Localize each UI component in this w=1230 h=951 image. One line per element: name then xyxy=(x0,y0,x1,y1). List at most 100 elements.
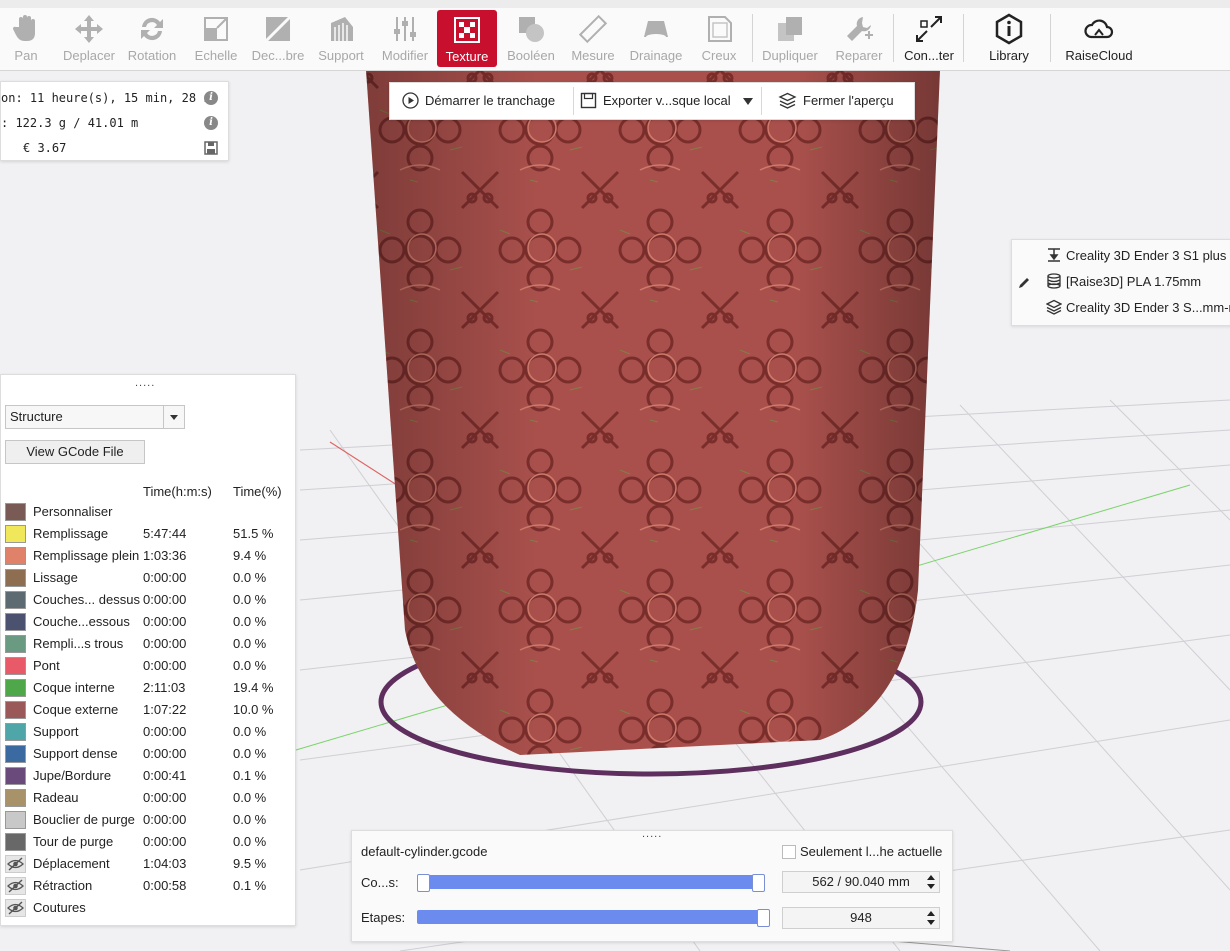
legend-feature-name: Couches... dessus xyxy=(33,592,140,607)
visibility-eye-icon[interactable] xyxy=(5,855,26,873)
color-swatch[interactable] xyxy=(5,701,26,719)
pan-tool-button[interactable]: Pan xyxy=(2,9,50,67)
pencil-icon[interactable] xyxy=(1017,276,1031,290)
cut-tool-button[interactable]: Dec...bre xyxy=(248,9,308,67)
color-swatch[interactable] xyxy=(5,723,26,741)
move-label: Deplacer xyxy=(62,48,116,63)
spin-arrows-icon[interactable] xyxy=(925,909,937,927)
legend-feature-percent: 0.0 % xyxy=(233,636,267,651)
info-icon[interactable]: i xyxy=(204,91,218,105)
view-gcode-file-button[interactable]: View GCode File xyxy=(5,440,145,464)
material-name[interactable]: [Raise3D] PLA 1.75mm xyxy=(1066,272,1201,292)
legend-row[interactable]: Pont 0:00:00 0.0 % xyxy=(1,655,295,677)
connect-tool-button[interactable]: Con...ter xyxy=(898,9,960,67)
drainage-tool-button[interactable]: Drainage xyxy=(626,9,686,67)
sliders-icon xyxy=(394,17,416,41)
layer-height-spinbox[interactable]: 562 / 90.040 mm xyxy=(782,871,940,893)
measure-tool-button[interactable]: Mesure xyxy=(566,9,620,67)
visibility-eye-icon[interactable] xyxy=(5,899,26,917)
spin-arrows-icon[interactable] xyxy=(925,873,937,891)
legend-row[interactable]: Déplacement 1:04:03 9.5 % xyxy=(1,853,295,875)
legend-row[interactable]: Remplissage 5:47:44 51.5 % xyxy=(1,523,295,545)
legend-row[interactable]: Tour de purge 0:00:00 0.0 % xyxy=(1,831,295,853)
close-preview-button[interactable]: Fermer l'aperçu xyxy=(778,83,894,119)
legend-row[interactable]: Couches... dessus 0:00:00 0.0 % xyxy=(1,589,295,611)
legend-feature-percent: 0.0 % xyxy=(233,790,267,805)
legend-feature-percent: 10.0 % xyxy=(233,702,274,717)
hollow-tool-button[interactable]: Creux xyxy=(692,9,746,67)
color-swatch[interactable] xyxy=(5,635,26,653)
layer-height-value: 562 / 90.040 mm xyxy=(812,874,910,889)
printer-settings-panel[interactable]: Creality 3D Ender 3 S1 plus [Raise3D] PL… xyxy=(1011,239,1230,326)
layers-label: Co...s: xyxy=(361,875,399,890)
color-swatch[interactable] xyxy=(5,811,26,829)
color-swatch[interactable] xyxy=(5,745,26,763)
legend-feature-time: 0:00:00 xyxy=(143,724,187,739)
legend-feature-percent: 0.0 % xyxy=(233,614,267,629)
color-swatch[interactable] xyxy=(5,833,26,851)
boolean-tool-button[interactable]: Booléen xyxy=(502,9,560,67)
color-swatch[interactable] xyxy=(5,591,26,609)
export-local-button[interactable]: Exporter v...sque local xyxy=(580,83,731,119)
color-swatch[interactable] xyxy=(5,569,26,587)
save-icon[interactable] xyxy=(204,141,218,155)
repair-tool-button[interactable]: Reparer xyxy=(828,9,890,67)
modifier-tool-button[interactable]: Modifier xyxy=(376,9,434,67)
support-tool-button[interactable]: Support xyxy=(312,9,370,67)
dropdown-arrow-icon[interactable] xyxy=(742,96,754,106)
color-swatch[interactable] xyxy=(5,547,26,565)
panel-drag-handle[interactable]: ..... xyxy=(135,377,155,389)
legend-row[interactable]: Couche...essous 0:00:00 0.0 % xyxy=(1,611,295,633)
panel-drag-handle[interactable]: ..... xyxy=(642,828,662,840)
view-type-select[interactable]: Structure xyxy=(5,405,185,429)
steps-slider-handle[interactable] xyxy=(757,909,770,927)
info-icon[interactable]: i xyxy=(204,116,218,130)
legend-row[interactable]: Coque externe 1:07:22 10.0 % xyxy=(1,699,295,721)
texture-tool-button[interactable]: Texture xyxy=(437,10,497,67)
layer-slider-track[interactable] xyxy=(422,875,758,889)
legend-row[interactable]: Coque interne 2:11:03 19.4 % xyxy=(1,677,295,699)
layer-slider-min-handle[interactable] xyxy=(417,874,430,892)
raisecloud-tool-button[interactable]: RaiseCloud xyxy=(1058,9,1140,67)
legend-row[interactable]: Jupe/Bordure 0:00:41 0.1 % xyxy=(1,765,295,787)
start-slicing-button[interactable]: Démarrer le tranchage xyxy=(402,83,555,119)
printer-name[interactable]: Creality 3D Ender 3 S1 plus xyxy=(1066,246,1226,266)
color-swatch[interactable] xyxy=(5,679,26,697)
legend-row[interactable]: Remplissage plein 1:03:36 9.4 % xyxy=(1,545,295,567)
color-swatch[interactable] xyxy=(5,767,26,785)
legend-row[interactable]: Bouclier de purge 0:00:00 0.0 % xyxy=(1,809,295,831)
legend-row[interactable]: Support 0:00:00 0.0 % xyxy=(1,721,295,743)
color-swatch[interactable] xyxy=(5,525,26,543)
only-current-layer-checkbox[interactable] xyxy=(782,845,796,859)
library-tool-button[interactable]: Library xyxy=(978,9,1040,67)
move-tool-button[interactable]: Deplacer xyxy=(58,9,120,67)
scale-tool-button[interactable]: Echelle xyxy=(188,9,244,67)
print-profile-name[interactable]: Creality 3D Ender 3 S...mm-r xyxy=(1066,298,1230,318)
scale-icon xyxy=(204,17,228,41)
legend-feature-percent: 0.1 % xyxy=(233,768,267,783)
rotate-icon xyxy=(141,17,163,41)
color-swatch[interactable] xyxy=(5,503,26,521)
legend-row[interactable]: Support dense 0:00:00 0.0 % xyxy=(1,743,295,765)
legend-row[interactable]: Personnaliser xyxy=(1,501,295,523)
rotate-tool-button[interactable]: Rotation xyxy=(124,9,180,67)
color-swatch[interactable] xyxy=(5,657,26,675)
legend-feature-time: 5:47:44 xyxy=(143,526,187,541)
visibility-eye-icon[interactable] xyxy=(5,877,26,895)
legend-feature-name: Lissage xyxy=(33,570,78,585)
layer-slider-max-handle[interactable] xyxy=(752,874,765,892)
steps-slider-track[interactable] xyxy=(417,910,763,924)
legend-row[interactable]: Rétraction 0:00:58 0.1 % xyxy=(1,875,295,897)
legend-row[interactable]: Rempli...s trous 0:00:00 0.0 % xyxy=(1,633,295,655)
color-swatch[interactable] xyxy=(5,613,26,631)
legend-row[interactable]: Coutures xyxy=(1,897,295,919)
slicebar-divider xyxy=(573,87,574,115)
legend-feature-percent: 0.0 % xyxy=(233,746,267,761)
legend-feature-time: 0:00:00 xyxy=(143,812,187,827)
legend-row[interactable]: Radeau 0:00:00 0.0 % xyxy=(1,787,295,809)
steps-spinbox[interactable]: 948 xyxy=(782,907,940,929)
color-swatch[interactable] xyxy=(5,789,26,807)
duplicate-tool-button[interactable]: Dupliquer xyxy=(758,9,822,67)
filament-spool-icon xyxy=(1047,273,1061,289)
legend-row[interactable]: Lissage 0:00:00 0.0 % xyxy=(1,567,295,589)
